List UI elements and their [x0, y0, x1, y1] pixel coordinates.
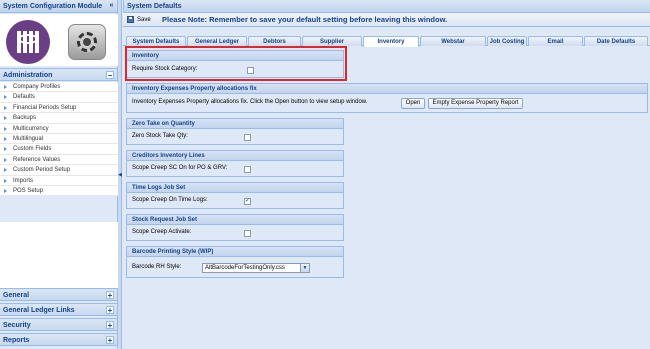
- fieldset-creditors-title: Creditors Inventory Lines: [127, 151, 343, 161]
- tab-date-defaults[interactable]: Date Defaults: [584, 36, 648, 46]
- admin-item-backups[interactable]: Backups: [0, 113, 118, 124]
- save-disk-icon: [127, 15, 134, 23]
- tab-strip: System Defaults General Ledger Debtors S…: [123, 36, 650, 47]
- main-panel-title: System Defaults: [127, 3, 182, 10]
- admin-item-defaults[interactable]: Defaults: [0, 92, 118, 103]
- left-panel: System Configuration Module « Administra…: [0, 0, 118, 349]
- section-security-title: Security: [3, 322, 31, 329]
- inventory-tab-content: Inventory Require Stock Category: Invent…: [123, 47, 650, 349]
- admin-item-custom-period-setup[interactable]: Custom Period Setup: [0, 165, 118, 176]
- admin-item-multilingual[interactable]: Multilingual: [0, 134, 118, 145]
- open-button[interactable]: Open: [401, 98, 425, 109]
- expenses-description: Inventory Expenses Property allocations …: [132, 99, 368, 105]
- fieldset-time-logs: Time Logs Job Set Scope Creep On Time Lo…: [126, 182, 344, 209]
- barcode-rh-style-label: Barcode RH Style:: [132, 264, 182, 270]
- fieldset-barcode: Barcode Printing Style (WIP) Barcode RH …: [126, 246, 344, 278]
- settings-gear-logo: [68, 24, 106, 60]
- admin-item-imports[interactable]: Imports: [0, 176, 118, 186]
- section-administration[interactable]: Administration −: [0, 68, 118, 81]
- fieldset-zero-take: Zero Take on Quantity Zero Stock Take Qt…: [126, 118, 344, 145]
- fieldset-creditors: Creditors Inventory Lines Scope Creep SC…: [126, 150, 344, 177]
- expand-toggle-icon[interactable]: +: [106, 336, 114, 345]
- fieldset-stock-request-title: Stock Request Job Set: [127, 215, 343, 225]
- scope-creep-sc-label: Scope Creep SC On for PO & GRV:: [132, 165, 228, 171]
- scope-creep-sc-checkbox[interactable]: [244, 166, 251, 173]
- left-panel-header: System Configuration Module «: [0, 0, 117, 13]
- fieldset-time-logs-title: Time Logs Job Set: [127, 183, 343, 193]
- tab-email[interactable]: Email: [528, 36, 583, 46]
- barcode-rh-style-value: AltBarcodeForTestingOnly.css: [205, 265, 285, 271]
- scope-creep-time-logs-label: Scope Creep On Time Logs:: [132, 197, 208, 203]
- tab-webstar[interactable]: Webstar: [420, 36, 486, 46]
- section-general-ledger-links-title: General Ledger Links: [3, 307, 75, 314]
- left-panel-title: System Configuration Module: [3, 3, 103, 10]
- save-button-label: Save: [137, 17, 151, 23]
- save-reminder-note: Please Note: Remember to save your defau…: [162, 15, 448, 24]
- zero-stock-take-qty-checkbox[interactable]: [244, 134, 251, 141]
- toolbar: Save Please Note: Remember to save your …: [123, 13, 650, 27]
- section-administration-title: Administration: [3, 72, 53, 79]
- chevron-down-icon[interactable]: ▼: [300, 264, 309, 272]
- section-general-ledger-links[interactable]: General Ledger Links +: [0, 303, 118, 316]
- expand-toggle-icon[interactable]: +: [106, 291, 114, 300]
- empty-expense-property-report-button[interactable]: Empty Expense Property Report: [428, 98, 523, 109]
- left-panel-empty-area: [0, 222, 118, 288]
- highlight-annotation: [125, 46, 347, 81]
- scope-creep-time-logs-checkbox[interactable]: ✓: [244, 198, 251, 205]
- section-reports-title: Reports: [3, 337, 30, 344]
- collapse-arrow-icon[interactable]: ◀: [118, 172, 122, 178]
- admin-item-reference-values[interactable]: Reference Values: [0, 155, 118, 166]
- fieldset-expenses-title: Inventory Expenses Property allocations …: [127, 84, 647, 94]
- expand-toggle-icon[interactable]: +: [106, 306, 114, 315]
- fieldset-expenses: Inventory Expenses Property allocations …: [126, 83, 648, 113]
- fieldset-zero-take-title: Zero Take on Quantity: [127, 119, 343, 129]
- tab-system-defaults[interactable]: System Defaults: [126, 36, 186, 46]
- logo-area: [0, 14, 118, 66]
- save-button[interactable]: Save: [127, 15, 151, 25]
- tab-debtors[interactable]: Debtors: [248, 36, 301, 46]
- collapse-toggle-icon[interactable]: −: [106, 71, 114, 80]
- zero-stock-take-qty-label: Zero Stock Take Qty:: [132, 133, 188, 139]
- admin-item-company-profiles[interactable]: Company Profiles: [0, 82, 118, 93]
- admin-item-financial-periods[interactable]: Financial Periods Setup: [0, 103, 118, 114]
- collapse-panel-icon[interactable]: «: [108, 2, 115, 10]
- fieldset-barcode-title: Barcode Printing Style (WIP): [127, 247, 343, 257]
- tab-supplier[interactable]: Supplier: [302, 36, 362, 46]
- section-reports[interactable]: Reports +: [0, 333, 118, 346]
- fieldset-stock-request: Stock Request Job Set Scope Creep Activa…: [126, 214, 344, 241]
- scope-creep-activate-checkbox[interactable]: [244, 230, 251, 237]
- admin-item-pos-setup[interactable]: POS Setup: [0, 186, 118, 197]
- main-panel-header: System Defaults: [123, 0, 650, 13]
- barcode-rh-style-select[interactable]: AltBarcodeForTestingOnly.css ▼: [202, 263, 310, 273]
- section-general-title: General: [3, 292, 30, 299]
- tab-inventory[interactable]: Inventory: [363, 36, 419, 47]
- admin-item-multicurrency[interactable]: Multicurrency: [0, 124, 118, 134]
- scope-creep-activate-label: Scope Creep Activate:: [132, 229, 192, 235]
- tab-general-ledger[interactable]: General Ledger: [187, 36, 247, 46]
- section-security[interactable]: Security +: [0, 318, 118, 331]
- section-general[interactable]: General +: [0, 288, 118, 301]
- expand-toggle-icon[interactable]: +: [106, 321, 114, 330]
- tab-job-costing[interactable]: Job Costing: [487, 36, 527, 46]
- admin-item-custom-fields[interactable]: Custom Fields: [0, 144, 118, 155]
- administration-list: Company Profiles Defaults Financial Peri…: [0, 82, 118, 197]
- panel-splitter[interactable]: ◀: [118, 0, 122, 349]
- company-logo: [6, 20, 50, 64]
